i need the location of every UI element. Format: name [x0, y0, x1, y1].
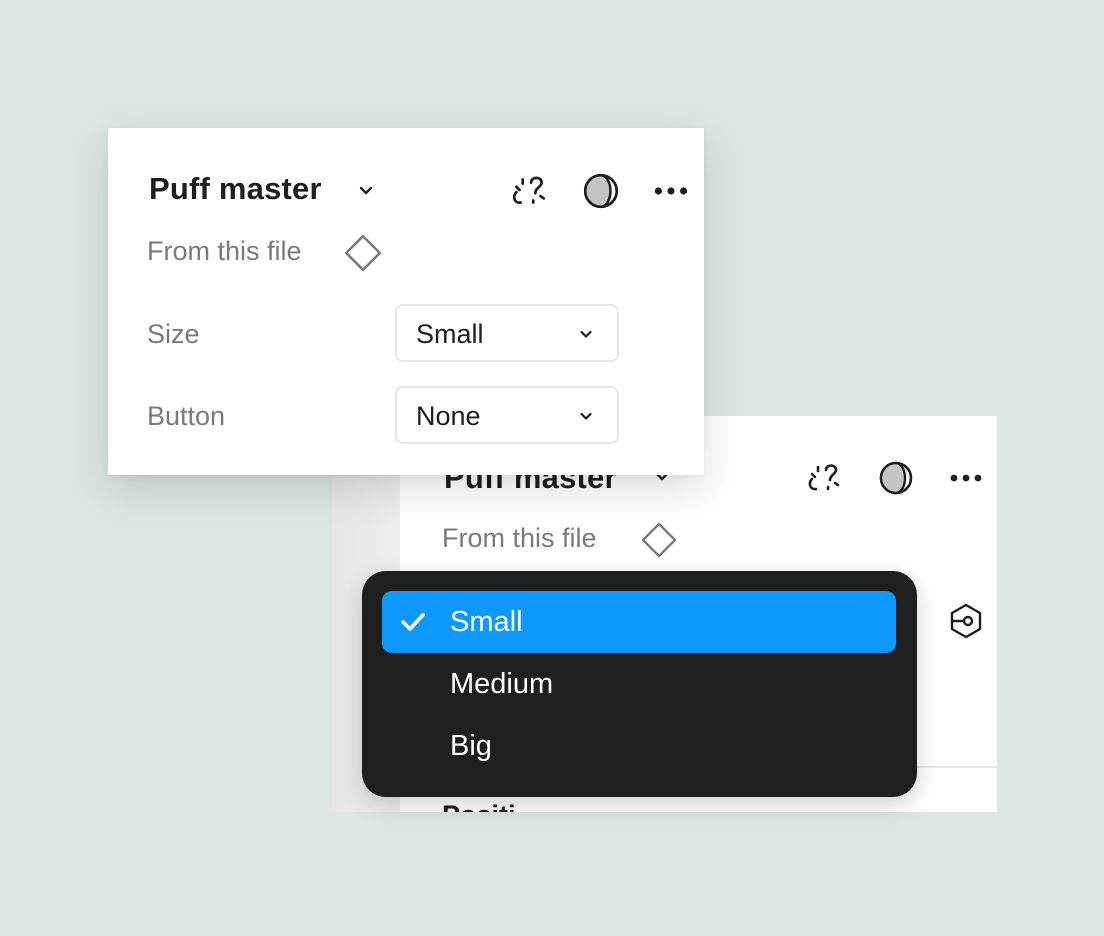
- instance-swap-icon[interactable]: [946, 601, 986, 641]
- menu-item-label: Medium: [450, 667, 554, 700]
- canvas: Puff master From this file Small Medium …: [0, 0, 1104, 936]
- menu-item-medium[interactable]: Medium: [382, 653, 896, 715]
- more-icon[interactable]: [946, 458, 986, 498]
- size-select[interactable]: Small: [395, 304, 619, 362]
- detach-link-icon[interactable]: [508, 170, 550, 212]
- size-property-label: Size: [147, 319, 200, 349]
- checkmark-icon: [401, 613, 425, 631]
- button-property-label: Button: [147, 401, 226, 431]
- chevron-down-icon: [580, 412, 592, 420]
- component-source: From this file: [147, 236, 302, 266]
- front-properties-panel: Puff master From this file Size Small Bu…: [108, 128, 704, 475]
- size-dropdown-menu: Small Medium Big: [362, 571, 917, 797]
- chevron-down-icon: [580, 330, 592, 338]
- position-section-title: Positi: [442, 800, 516, 812]
- size-select-value: Small: [416, 319, 484, 349]
- menu-item-small[interactable]: Small: [382, 591, 896, 653]
- contrast-icon[interactable]: [580, 170, 622, 212]
- menu-item-big[interactable]: Big: [382, 715, 896, 777]
- chevron-down-icon[interactable]: [356, 180, 376, 200]
- detach-link-icon[interactable]: [804, 458, 844, 498]
- menu-item-label: Big: [450, 729, 492, 762]
- component-title[interactable]: Puff master: [149, 171, 322, 207]
- diamond-component-icon: [344, 234, 382, 272]
- contrast-icon[interactable]: [876, 458, 916, 498]
- diamond-component-icon: [641, 522, 677, 558]
- button-select-value: None: [416, 401, 481, 431]
- more-icon[interactable]: [650, 170, 692, 212]
- button-select[interactable]: None: [395, 386, 619, 444]
- menu-item-label: Small: [450, 605, 523, 638]
- back-component-source: From this file: [442, 523, 597, 553]
